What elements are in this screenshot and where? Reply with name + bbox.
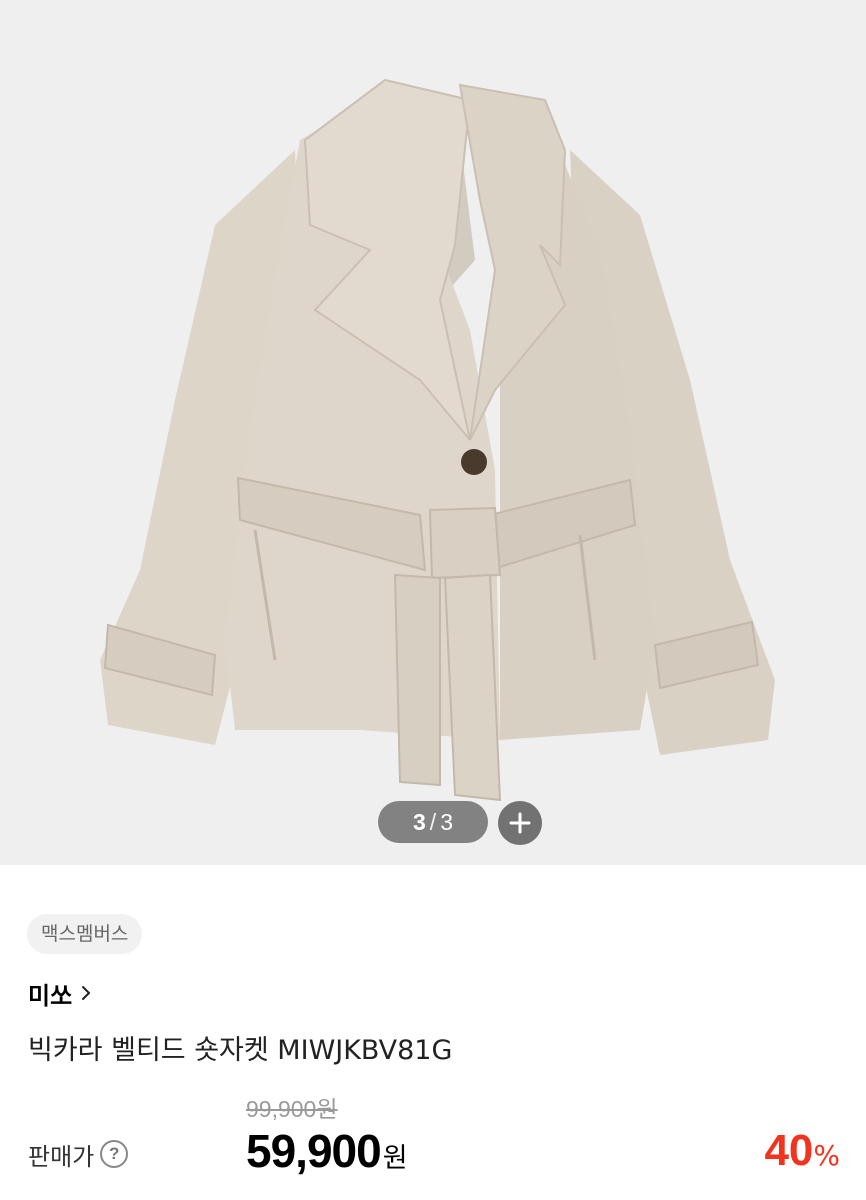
product-title: 빅카라 벨티드 숏자켓 MIWJKBV81G [28,1035,453,1066]
pager-separator: / [429,808,437,835]
chevron-right-icon [82,986,91,1000]
discount-value: 40 [764,1126,814,1175]
plus-icon [509,812,531,834]
brand-link[interactable]: 미쏘 [28,975,92,1011]
help-icon[interactable]: ? [100,1140,129,1168]
product-image-beige-jacket[interactable]: MISSO [0,0,866,865]
membership-badge: 맥스멤버스 [27,914,143,954]
image-pager: 3 / 3 [378,801,488,843]
sale-price-unit: 원 [382,1143,408,1174]
discount-unit: % [813,1139,840,1172]
original-price: 99,900원 [246,1096,338,1122]
discount-rate: 40 % [764,1126,840,1176]
brand-name: 미쏘 [28,981,73,1010]
pager-total: 3 [440,808,453,835]
pager-current: 3 [413,808,426,835]
product-image-gallery[interactable]: MISSO 3 / 3 [0,0,866,865]
sale-price: 59,900 원 [246,1124,408,1178]
sale-price-amount: 59,900 [246,1125,382,1177]
sale-price-label: 판매가 [28,1142,95,1171]
zoom-button[interactable] [498,801,542,845]
sale-price-label-group: 판매가 ? [28,1134,129,1174]
